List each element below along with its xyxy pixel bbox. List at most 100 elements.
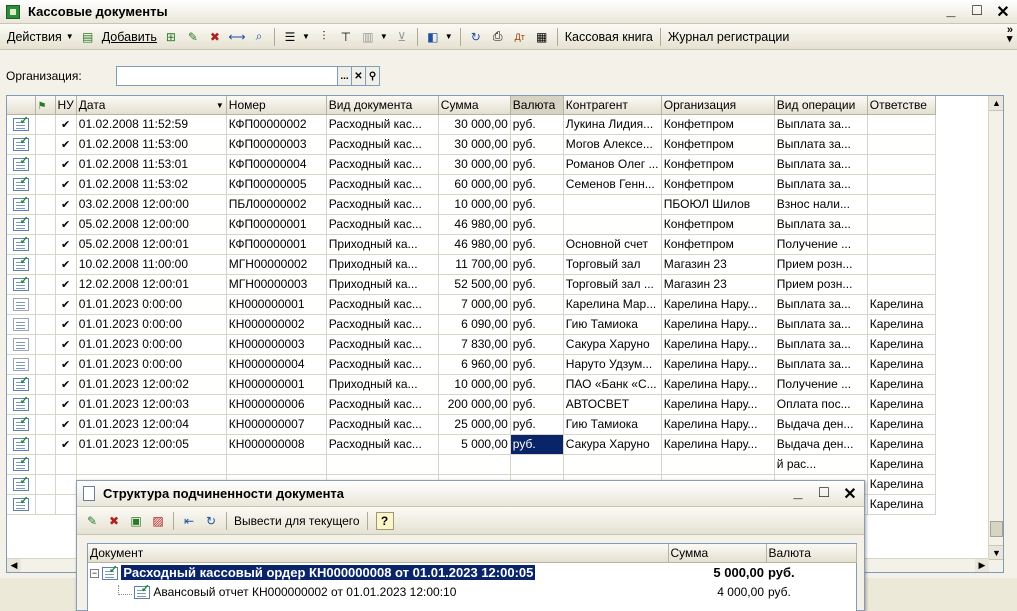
col-sum-cell[interactable]: 30 000,00 [438,114,511,135]
col-operation-cell[interactable]: Выплата за... [774,334,868,355]
table-row[interactable]: ✔01.01.2023 12:00:05КН000000008Расходный… [7,434,936,455]
dialog-maximize-button[interactable]: □ [816,484,832,504]
table-row[interactable]: ✔05.02.2008 12:00:00КФП00000001Расходный… [7,214,936,235]
row-icon-cell[interactable] [7,494,36,515]
col-number-cell[interactable]: КФП00000001 [226,234,327,255]
dialog-close-button[interactable]: ✕ [842,484,858,504]
col-organization-cell[interactable]: Конфетпром [661,154,775,175]
list-options-dropdown-icon[interactable]: ▼ [302,32,310,41]
col-currency-cell[interactable]: руб. [510,334,564,355]
collapse-toggle-icon[interactable]: − [90,568,99,578]
col-operation-cell[interactable]: Выплата за... [774,174,868,195]
col-doctype-cell[interactable]: Приходный ка... [326,254,439,275]
col-responsible-cell[interactable] [867,194,936,215]
clear-filter-icon[interactable]: ⊻ [393,28,411,46]
organization-browse-button[interactable]: ... [337,66,352,86]
row-date-cell[interactable]: 01.02.2008 11:53:02 [76,174,227,195]
col-counterparty-cell[interactable]: Романов Олег ... [563,154,662,175]
col-sum-cell[interactable]: 46 980,00 [438,214,511,235]
col-currency-cell[interactable]: руб. [510,174,564,195]
table-row[interactable]: ✔01.01.2023 12:00:02КН000000001Приходный… [7,374,936,395]
col-counterparty-cell[interactable]: Гию Тамиока [563,314,662,335]
table-row[interactable]: ✔ 01.01.2023 0:00:00 КН000000001 Расходный … [7,294,936,315]
delete-mark-icon[interactable]: ✖ [105,512,123,530]
row-icon-cell[interactable] [7,294,36,315]
col-sum-header[interactable]: Сумма [438,96,511,115]
col-doctype-cell[interactable]: Расходный кас... [326,194,439,215]
col-organization-cell[interactable]: Конфетпром [661,234,775,255]
col-icon-header[interactable] [7,96,36,115]
row-icon-cell[interactable] [7,114,36,135]
table-row[interactable]: ✔01.01.2023 12:00:04КН000000007Расходный… [7,414,936,435]
col-organization-cell[interactable]: Карелина Нару... [661,374,775,395]
row-icon-cell[interactable] [7,194,36,215]
col-doctype-header[interactable]: Вид документа [326,96,439,115]
col-responsible-cell[interactable] [867,254,936,275]
col-sum-cell[interactable]: 7 830,00 [438,334,511,355]
col-doctype-cell[interactable]: Расходный кас... [326,434,439,455]
table-row[interactable]: ✔ 01.01.2023 0:00:00 КН000000003 Расходный … [7,334,936,355]
col-currency-cell[interactable]: руб. [510,414,564,435]
col-responsible-cell[interactable]: Карелина [867,454,936,475]
col-doctype-cell[interactable]: Приходный ка... [326,234,439,255]
col-currency-cell[interactable]: руб. [510,214,564,235]
col-number-cell[interactable]: КН000000006 [226,394,327,415]
col-operation-cell[interactable]: Прием розн... [774,274,868,295]
hierarchy-icon[interactable]: ⟷ [228,28,246,46]
col-number-cell[interactable]: КФП00000005 [226,174,327,195]
table-row[interactable]: ✔05.02.2008 12:00:01КФП00000001Приходный… [7,234,936,255]
col-number-cell[interactable]: КН000000008 [226,434,327,455]
col-operation-cell[interactable]: Выплата за... [774,314,868,335]
col-currency-cell[interactable]: руб. [510,314,564,335]
row-date-cell[interactable]: 01.02.2008 11:52:59 [76,114,227,135]
structure-row-child[interactable]: Авансовый отчет КН000000002 от 01.01.202… [88,582,856,602]
col-organization-cell[interactable]: Карелина Нару... [661,394,775,415]
row-icon-cell[interactable] [7,274,36,295]
col-counterparty-header[interactable]: Контрагент [563,96,662,115]
col-sum-cell[interactable]: 25 000,00 [438,414,511,435]
col-currency-cell[interactable]: руб. [510,394,564,415]
col-organization-cell[interactable]: Карелина Нару... [661,414,775,435]
col-operation-cell[interactable]: Прием розн... [774,254,868,275]
add-icon[interactable]: ▤ [79,28,97,46]
scroll-thumb[interactable] [990,521,1003,537]
col-currency-cell[interactable]: руб. [510,294,564,315]
col-sum-cell[interactable] [438,454,511,475]
col-number-cell[interactable]: КФП00000002 [226,114,327,135]
col-operation-cell[interactable]: Получение ... [774,374,868,395]
output-for-current-button[interactable]: Вывести для текущего [231,514,363,528]
col-responsible-cell[interactable]: Карелина [867,374,936,395]
col-sum-cell[interactable]: 11 700,00 [438,254,511,275]
col-number-cell[interactable]: КН000000001 [226,374,327,395]
col-organization-cell[interactable]: Магазин 23 [661,254,775,275]
col-responsible-cell[interactable]: Карелина [867,334,936,355]
col-flag-header[interactable]: ⚑ [35,96,56,115]
col-sum-cell[interactable]: 6 090,00 [438,314,511,335]
print-icon[interactable]: ⎙ [489,28,507,46]
col-organization-cell[interactable]: Конфетпром [661,174,775,195]
col-counterparty-cell[interactable]: Могов Алексе... [563,134,662,155]
col-number-cell[interactable] [226,454,327,475]
col-organization-cell[interactable]: Карелина Нару... [661,434,775,455]
table-row[interactable]: ✔01.02.2008 11:53:01КФП00000004Расходный… [7,154,936,175]
col-organization-cell[interactable]: Конфетпром [661,134,775,155]
col-number-cell[interactable]: КФП00000001 [226,214,327,235]
table-row[interactable]: ✔ 01.01.2023 0:00:00 КН000000004 Расходный … [7,354,936,375]
scroll-up-icon[interactable]: ▲ [989,96,1003,111]
structure-row-parent[interactable]: − Расходный кассовый ордер КН000000008 о… [88,562,856,582]
col-sum-cell[interactable]: 200 000,00 [438,394,511,415]
col-counterparty-cell[interactable] [563,214,662,235]
col-sum-cell[interactable]: 52 500,00 [438,274,511,295]
col-doctype-cell[interactable]: Расходный кас... [326,314,439,335]
col-number-cell[interactable]: ПБЛ00000002 [226,194,327,215]
col-doctype-cell[interactable]: Приходный ка... [326,374,439,395]
col-organization-cell[interactable]: Карелина Нару... [661,294,775,315]
edit-icon[interactable]: ✎ [184,28,202,46]
row-date-cell[interactable]: 12.02.2008 12:00:01 [76,274,227,295]
post-icon[interactable]: ▣ [127,512,145,530]
col-doctype-cell[interactable] [326,454,439,475]
table-row[interactable]: ✔01.01.2023 12:00:03КН000000006Расходный… [7,394,936,415]
row-icon-cell[interactable] [7,434,36,455]
col-responsible-cell[interactable]: Карелина [867,494,936,515]
col-responsible-cell[interactable]: Карелина [867,474,936,495]
